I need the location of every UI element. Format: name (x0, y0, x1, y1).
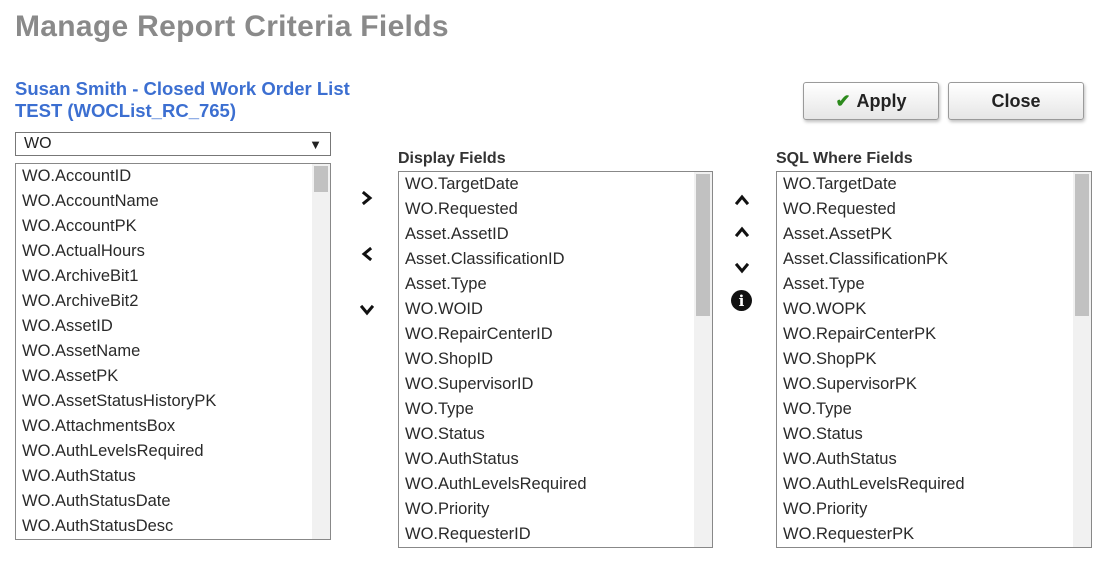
list-item[interactable]: WO.Priority (399, 497, 712, 522)
list-item[interactable]: WO.SupervisorID (399, 372, 712, 397)
display-fields-scroll-thumb[interactable] (696, 174, 710, 316)
move-down-left-button[interactable] (355, 298, 379, 322)
sql-where-fields-scrollbar[interactable] (1073, 172, 1091, 547)
list-item[interactable]: WO.AuthLevelsRequired (399, 472, 712, 497)
list-item[interactable]: WO.AccountName (16, 189, 330, 214)
sql-where-fields-header: SQL Where Fields (776, 150, 913, 167)
list-item[interactable]: WO.WOID (399, 297, 712, 322)
list-item[interactable]: WO.Type (399, 397, 712, 422)
list-item[interactable]: WO.AuthStatus (399, 447, 712, 472)
close-label: Close (991, 90, 1041, 111)
list-item[interactable]: WO.ShopID (399, 347, 712, 372)
list-item[interactable]: WO.AccountPK (16, 214, 330, 239)
list-item[interactable]: WO.AuthStatus (16, 464, 330, 489)
display-fields-list[interactable]: WO.TargetDate WO.Requested Asset.AssetID As… (398, 171, 713, 548)
sql-where-fields-list[interactable]: WO.TargetDate WO.Requested Asset.AssetPK As… (776, 171, 1092, 548)
move-up-top-button[interactable] (730, 188, 754, 212)
list-item[interactable]: WO.ArchiveBit1 (16, 264, 330, 289)
info-icon[interactable]: i (731, 290, 752, 311)
list-item[interactable]: WO.AttachmentsBox (16, 414, 330, 439)
list-item[interactable]: WO.Requested (777, 197, 1091, 222)
list-item[interactable]: WO.TargetDate (399, 172, 712, 197)
list-item[interactable]: Asset.Type (777, 272, 1091, 297)
list-item[interactable]: WO.AuthStatusDesc (16, 514, 330, 539)
dropdown-caret-icon: ▼ (309, 136, 322, 152)
table-select-value: WO (24, 135, 52, 152)
list-item[interactable]: Asset.AssetPK (777, 222, 1091, 247)
available-fields-scroll-thumb[interactable] (314, 166, 328, 192)
available-fields-scrollbar[interactable] (312, 164, 330, 539)
sql-where-fields-items: WO.TargetDate WO.Requested Asset.AssetPK As… (777, 172, 1091, 547)
move-down-button[interactable] (730, 256, 754, 280)
list-item[interactable]: Asset.Type (399, 272, 712, 297)
sql-where-fields-scroll-thumb[interactable] (1075, 174, 1089, 316)
chevron-up-icon (735, 194, 749, 206)
checkmark-icon: ✔ (835, 90, 851, 111)
list-item[interactable]: WO.AssetName (16, 339, 330, 364)
list-item[interactable]: WO.WOPK (777, 297, 1091, 322)
table-select[interactable]: WO ▼ (15, 132, 331, 156)
chevron-up-icon (735, 226, 749, 238)
list-item[interactable]: WO.AssetStatusHistoryPK (16, 389, 330, 414)
list-item[interactable]: WO.Requested (399, 197, 712, 222)
available-fields-items: WO.AccountID WO.AccountName WO.AccountPK WO… (16, 164, 330, 539)
list-item[interactable]: Asset.ClassificationID (399, 247, 712, 272)
list-item[interactable]: WO.AuthStatus (777, 447, 1091, 472)
move-up-button[interactable] (730, 220, 754, 244)
apply-button[interactable]: ✔ Apply (803, 82, 939, 120)
display-fields-items: WO.TargetDate WO.Requested Asset.AssetID As… (399, 172, 712, 547)
list-item[interactable]: WO.RepairCenterID (399, 322, 712, 347)
available-fields-list[interactable]: WO.AccountID WO.AccountName WO.AccountPK WO… (15, 163, 331, 540)
list-item[interactable]: WO.AssetID (16, 314, 330, 339)
list-item[interactable]: WO.Status (399, 422, 712, 447)
list-item[interactable]: WO.AuthLevelsRequired (777, 472, 1091, 497)
move-right-button[interactable] (355, 186, 379, 210)
list-item[interactable]: WO.AuthStatusDate (16, 489, 330, 514)
display-fields-scrollbar[interactable] (694, 172, 712, 547)
chevron-down-icon (360, 304, 374, 316)
chevron-down-icon (735, 262, 749, 274)
list-item[interactable]: WO.TargetDate (777, 172, 1091, 197)
list-item[interactable]: WO.ArchiveBit2 (16, 289, 330, 314)
move-left-button[interactable] (355, 242, 379, 266)
list-item[interactable]: WO.ActualHours (16, 239, 330, 264)
list-item[interactable]: WO.AccountID (16, 164, 330, 189)
list-item[interactable]: WO.RequesterPK (777, 522, 1091, 547)
list-item[interactable]: Asset.ClassificationPK (777, 247, 1091, 272)
list-item[interactable]: WO.RequesterID (399, 522, 712, 547)
list-item[interactable]: WO.RepairCenterPK (777, 322, 1091, 347)
list-item[interactable]: WO.AuthLevelsRequired (16, 439, 330, 464)
close-button[interactable]: Close (948, 82, 1084, 120)
list-item[interactable]: WO.Priority (777, 497, 1091, 522)
chevron-left-icon (361, 247, 373, 261)
display-fields-header: Display Fields (398, 150, 506, 167)
chevron-right-icon (361, 191, 373, 205)
list-item[interactable]: WO.SupervisorPK (777, 372, 1091, 397)
list-item[interactable]: WO.AssetPK (16, 364, 330, 389)
list-item[interactable]: Asset.AssetID (399, 222, 712, 247)
list-item[interactable]: WO.Type (777, 397, 1091, 422)
report-name: Susan Smith - Closed Work Order List TES… (15, 78, 350, 121)
page-title: Manage Report Criteria Fields (15, 10, 449, 43)
list-item[interactable]: WO.ShopPK (777, 347, 1091, 372)
apply-label: Apply (856, 90, 907, 111)
list-item[interactable]: WO.Status (777, 422, 1091, 447)
